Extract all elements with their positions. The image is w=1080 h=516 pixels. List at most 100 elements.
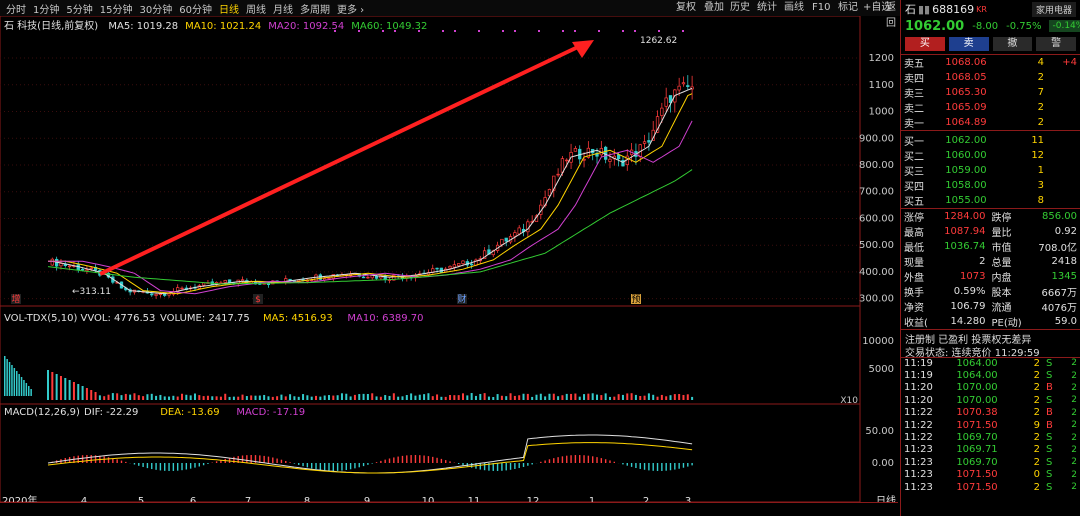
volume-bar: [280, 394, 283, 400]
price-row: 1062.00 -8.00 -0.75% -0.14%: [901, 18, 1080, 34]
stat-row: 净资 106.79 流通 4076万: [901, 299, 1080, 314]
period-tab-6[interactable]: 日线: [219, 1, 239, 16]
macd-bar: [669, 463, 672, 471]
macd-bar: [233, 456, 235, 463]
volume-bar: [691, 396, 694, 400]
period-tab-10[interactable]: 更多 ›: [337, 1, 364, 16]
candle-body: [517, 227, 521, 235]
ask-row[interactable]: 卖四 1068.05 2: [901, 70, 1080, 85]
bid-row[interactable]: 买三 1059.00 1: [901, 163, 1080, 178]
macd-bar: [107, 457, 110, 463]
tick-time: 11:23: [904, 469, 933, 481]
candle-body: [59, 263, 63, 267]
tick-direction: S: [1046, 370, 1053, 382]
macd-bar: [514, 463, 516, 470]
tool-button-2[interactable]: 历史: [730, 0, 750, 16]
ask-row[interactable]: 卖二 1065.09 2: [901, 100, 1080, 115]
tick-volume: 9: [1033, 419, 1041, 431]
volume-bar: [189, 395, 192, 400]
volume-bar: [72, 382, 75, 400]
volume-bar: [68, 380, 71, 400]
macd-bar: [522, 463, 525, 467]
ask-row[interactable]: 卖三 1065.30 7: [901, 85, 1080, 100]
ask-row[interactable]: 卖一 1064.89 2: [901, 115, 1080, 131]
ask-label: 卖二: [904, 104, 924, 115]
stat-row: 换手 0.59% 股本 6667万: [901, 284, 1080, 299]
candle-body: [167, 293, 171, 296]
candle-body: [80, 268, 85, 271]
period-tab-0[interactable]: 分时: [6, 1, 26, 16]
volume-bar: [626, 393, 629, 400]
tick-row: 11:20 1070.00 2 S 2: [901, 394, 1080, 406]
volume-bar: [570, 393, 573, 400]
candle-body: [180, 287, 184, 290]
tool-button-4[interactable]: 画线: [784, 0, 804, 16]
stat-row: 现量 2 总量 2418: [901, 254, 1080, 269]
candle-body: [327, 277, 331, 280]
bid-row[interactable]: 买四 1058.00 3: [901, 178, 1080, 193]
alert-button[interactable]: 警: [1036, 37, 1076, 51]
macd-bar: [384, 459, 386, 463]
y-tick-label: 1100: [869, 80, 894, 91]
stat-value: 14.280: [950, 315, 986, 327]
bid-price: 1060.00: [945, 149, 987, 161]
period-tab-7[interactable]: 周线: [246, 1, 266, 16]
sector-tag[interactable]: 家用电器: [1031, 1, 1076, 17]
stat-value: 708.0亿: [1038, 242, 1077, 254]
tool-button-6[interactable]: 标记: [838, 0, 858, 16]
volume-bar: [103, 396, 106, 400]
macd-bar: [168, 463, 170, 471]
tick-time: 11:22: [904, 419, 933, 431]
volume-bar: [583, 394, 586, 400]
stat-key: 收益(: [904, 317, 928, 329]
period-tab-9[interactable]: 多周期: [300, 1, 330, 16]
macd-bar: [272, 457, 274, 463]
macd-bar: [436, 457, 438, 463]
tick-direction: B: [1046, 407, 1053, 419]
chart-area[interactable]: 石 科技(日线,前复权) MA5: 1019.28 MA10: 1021.24 MA…: [0, 16, 898, 516]
ask-row[interactable]: 卖五 1068.06 4 +4: [901, 55, 1080, 70]
volume-bar: [470, 393, 473, 400]
period-tab-8[interactable]: 月线: [273, 1, 293, 16]
macd-bar: [661, 463, 663, 471]
volume-bar: [371, 393, 374, 400]
volume-bar: [267, 396, 270, 400]
bid-row[interactable]: 买二 1060.00 12: [901, 148, 1080, 163]
volume-bar: [8, 362, 11, 396]
tool-button-5[interactable]: F10: [812, 0, 830, 16]
bid-row[interactable]: 买一 1062.00 11: [901, 133, 1080, 148]
signal-dot: [658, 30, 660, 32]
period-tab-1[interactable]: 1分钟: [33, 1, 59, 16]
volume-bar: [107, 394, 110, 400]
stat-key: 流通: [991, 302, 1012, 314]
tool-button-8[interactable]: 返回: [886, 0, 900, 29]
period-tab-3[interactable]: 15分钟: [100, 1, 133, 16]
sell-button[interactable]: 卖: [948, 37, 989, 51]
macd-bar: [401, 455, 404, 463]
period-tab-5[interactable]: 60分钟: [179, 1, 212, 16]
buy-button[interactable]: 买: [905, 37, 945, 51]
event-marker-label: $: [255, 295, 261, 305]
tick-row: 11:23 1069.71 2 S 2: [901, 444, 1080, 456]
candle-body: [556, 173, 560, 176]
volume-bar: [150, 393, 153, 400]
macd-bar: [332, 463, 335, 471]
bid-row[interactable]: 买五 1055.00 8: [901, 193, 1080, 208]
stat-value: 1036.74: [944, 240, 986, 252]
period-tab-2[interactable]: 5分钟: [66, 1, 92, 16]
volume-bar: [513, 395, 516, 400]
tool-button-3[interactable]: 统计: [757, 0, 777, 16]
period-tab-4[interactable]: 30分钟: [139, 1, 172, 16]
candle-body: [560, 158, 565, 173]
tick-direction: S: [1046, 394, 1053, 406]
tool-button-1[interactable]: 叠加: [704, 0, 724, 16]
volume-bar: [28, 386, 30, 396]
cancel-button[interactable]: 撤: [992, 37, 1033, 51]
volume-bar: [500, 395, 503, 400]
volume-bar: [23, 380, 25, 396]
stat-key: 外盘: [904, 272, 924, 284]
kline-chart[interactable]: 1200 1100 1000 900.00 800.00 700.00 600.00 500.…: [0, 16, 898, 502]
low-annotation: ←313.11: [72, 287, 111, 297]
macd-bar: [207, 463, 209, 464]
tool-button-0[interactable]: 复权: [676, 0, 696, 16]
